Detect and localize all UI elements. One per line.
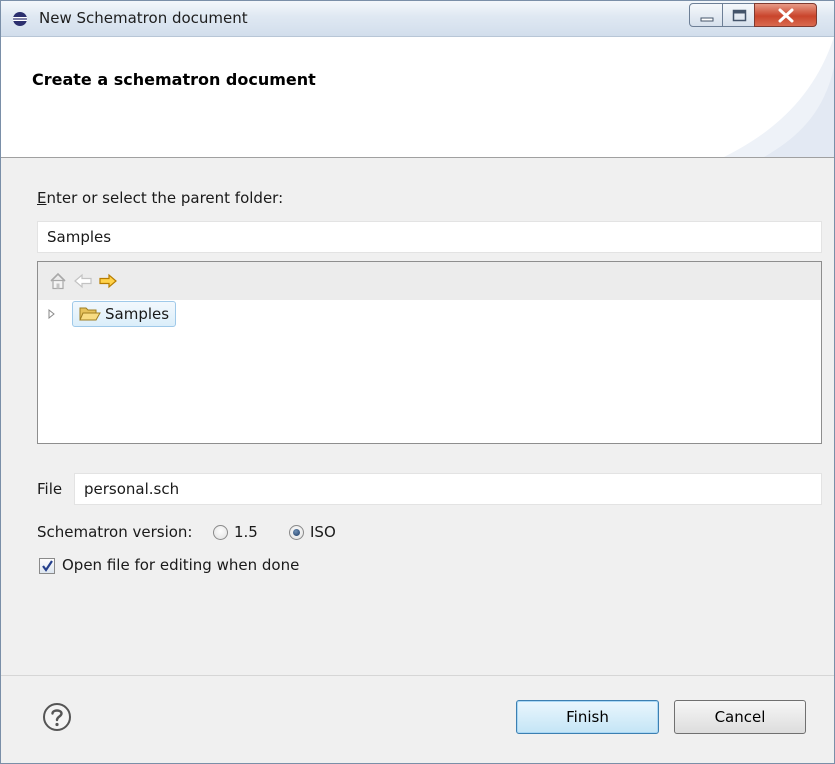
folder-tree[interactable]: Samples [37, 261, 822, 444]
version-iso-label[interactable]: ISO [310, 523, 336, 541]
back-arrow-icon[interactable] [73, 271, 93, 291]
dialog-window: New Schematron document Create a schemat… [0, 0, 835, 764]
maximize-icon [732, 9, 747, 22]
tree-item-samples-node[interactable]: Samples [72, 301, 177, 327]
file-label: File [37, 480, 63, 498]
parent-folder-label-text: nter or select the parent folder: [46, 189, 284, 207]
tree-toolbar [38, 262, 821, 300]
open-folder-icon [79, 307, 101, 321]
page-title: Create a schematron document [32, 70, 316, 89]
dialog-footer: Finish Cancel [1, 675, 834, 763]
title-bar[interactable]: New Schematron document [1, 1, 834, 37]
home-icon[interactable] [48, 271, 68, 291]
open-file-checkbox[interactable] [39, 558, 55, 574]
tree-item-label: Samples [105, 305, 170, 323]
finish-button[interactable]: Finish [516, 700, 659, 734]
parent-folder-label: Enter or select the parent folder: [37, 189, 283, 207]
help-icon[interactable] [42, 702, 72, 732]
version-1-5-radio[interactable] [213, 525, 228, 540]
maximize-button[interactable] [722, 3, 755, 27]
minimize-button[interactable] [689, 3, 723, 27]
minimize-icon [700, 17, 714, 22]
file-name-input[interactable]: personal.sch [74, 473, 822, 505]
window-title: New Schematron document [39, 9, 248, 27]
schematron-version-label: Schematron version: [37, 523, 193, 541]
forward-arrow-icon[interactable] [98, 271, 118, 291]
version-1-5-label[interactable]: 1.5 [234, 523, 258, 541]
parent-folder-input[interactable]: Samples [37, 221, 822, 253]
version-iso-radio[interactable] [289, 525, 304, 540]
close-icon [778, 8, 794, 23]
expand-arrow-icon[interactable] [48, 309, 56, 319]
eclipse-app-icon [13, 12, 27, 26]
open-file-label[interactable]: Open file for editing when done [62, 556, 299, 574]
checkmark-icon [42, 560, 53, 572]
cancel-button[interactable]: Cancel [674, 700, 806, 734]
close-button[interactable] [754, 3, 817, 27]
header-decoration [724, 37, 834, 157]
wizard-header: Create a schematron document [1, 37, 834, 158]
